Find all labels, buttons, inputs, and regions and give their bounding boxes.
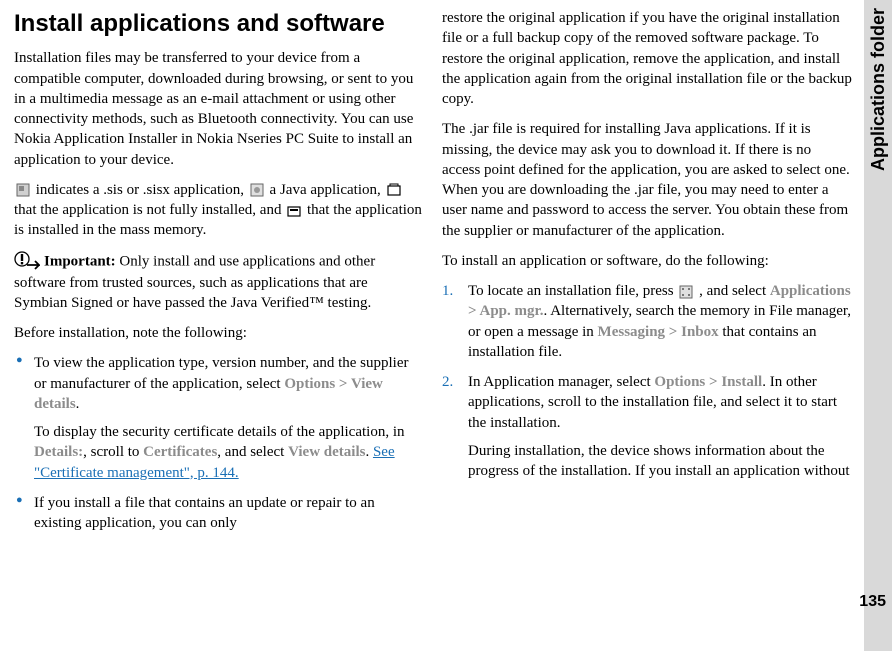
list-item: To locate an installation file, press , … <box>442 281 852 362</box>
icon-legend: indicates a .sis or .sisx application, a… <box>14 180 424 241</box>
ui-applications: Applications <box>770 283 851 299</box>
ui-options-2: Options <box>654 374 705 390</box>
before-install-intro: Before installation, note the following: <box>14 323 424 343</box>
page-number: 135 <box>859 593 886 611</box>
ui-details: Details: <box>34 444 83 460</box>
column-right: restore the original application if you … <box>442 8 852 643</box>
install-intro: To install an application or software, d… <box>442 251 852 271</box>
page-title: Install applications and software <box>14 8 424 40</box>
ui-certificates: Certificates <box>143 444 217 460</box>
important-label: Important: <box>44 253 116 269</box>
ui-inbox: Inbox <box>681 324 719 340</box>
column-left: Install applications and software Instal… <box>14 8 424 643</box>
mass-memory-icon <box>287 204 301 218</box>
important-note: Important: Only install and use applicat… <box>14 251 424 314</box>
sis-file-icon <box>16 183 30 197</box>
side-tab-label: Applications folder <box>868 8 889 171</box>
menu-key-icon <box>679 285 693 299</box>
list-item: In Application manager, select Options >… <box>442 372 852 481</box>
before-install-list: To view the application type, version nu… <box>14 353 424 533</box>
ui-messaging: Messaging <box>598 324 666 340</box>
list-item: To view the application type, version nu… <box>14 353 424 483</box>
list-item: If you install a file that contains an u… <box>14 493 424 534</box>
page-content: Install applications and software Instal… <box>0 0 892 651</box>
important-icon <box>14 251 40 273</box>
java-app-icon <box>250 183 264 197</box>
ui-view-details-2: View details <box>288 444 365 460</box>
ui-app-mgr: App. mgr. <box>479 303 543 319</box>
ui-options: Options <box>284 376 335 392</box>
partial-install-icon <box>387 183 401 197</box>
ui-install: Install <box>721 374 762 390</box>
install-steps: To locate an installation file, press , … <box>442 281 852 481</box>
restore-paragraph: restore the original application if you … <box>442 8 852 109</box>
intro-paragraph: Installation files may be transferred to… <box>14 48 424 170</box>
jar-paragraph: The .jar file is required for installing… <box>442 119 852 241</box>
side-tab: Applications folder <box>864 0 892 651</box>
